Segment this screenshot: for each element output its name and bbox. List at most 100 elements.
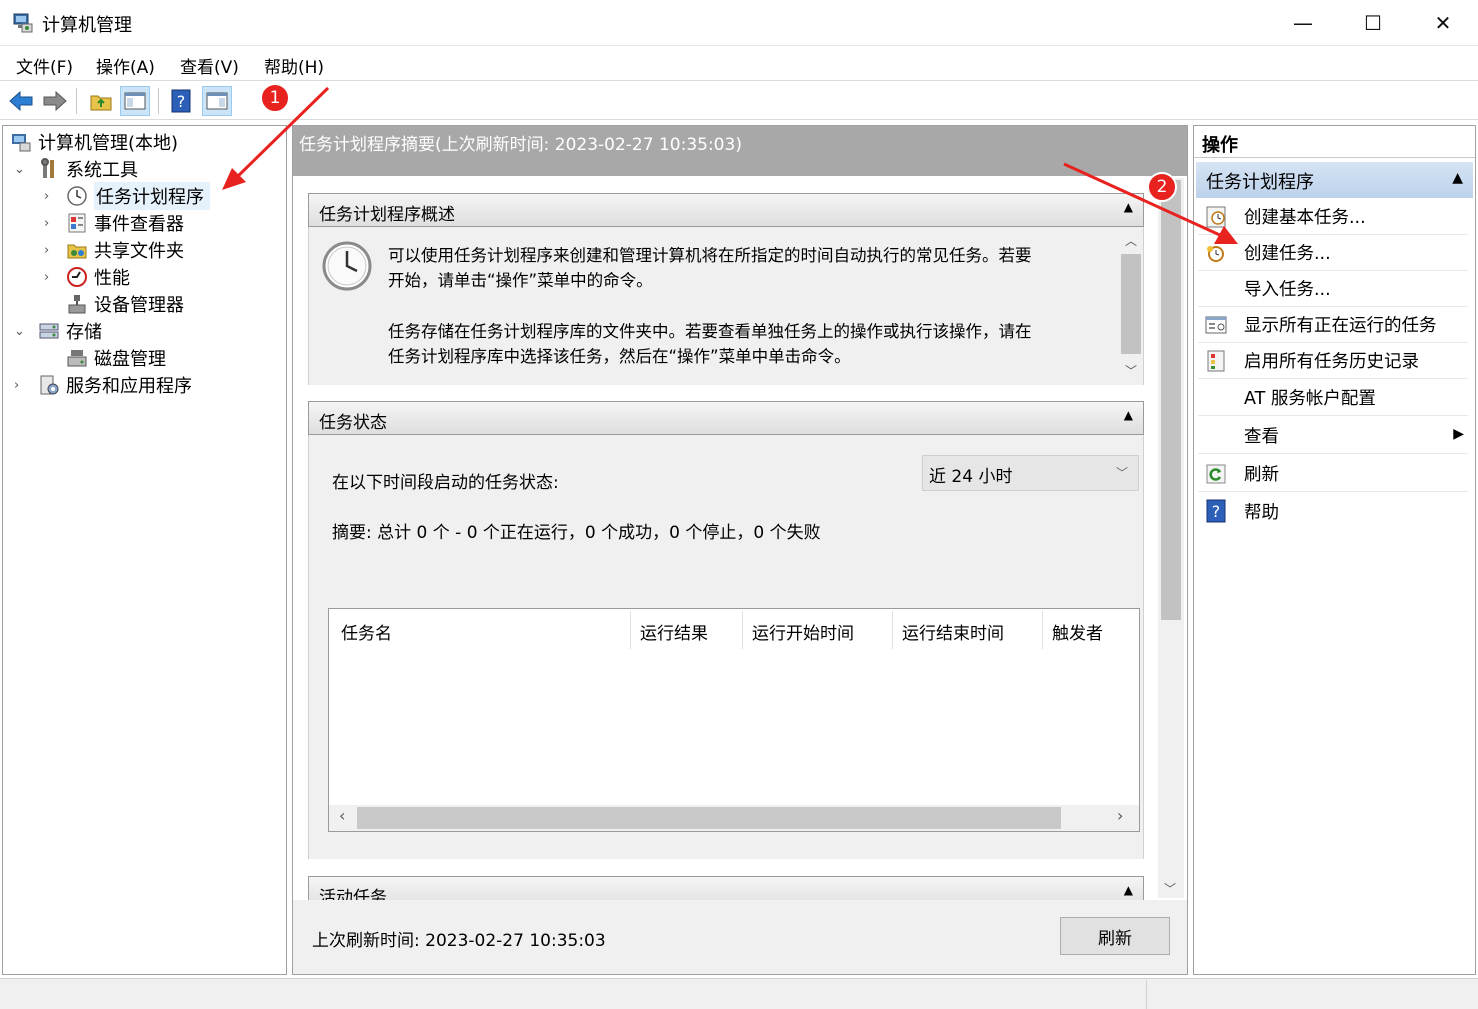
column-divider[interactable] bbox=[1042, 611, 1043, 649]
tree-label: 任务计划程序 bbox=[94, 182, 210, 210]
menu-help[interactable]: 帮助(H) bbox=[264, 53, 324, 78]
tree-label: 磁盘管理 bbox=[94, 349, 166, 370]
table-hscroll-thumb[interactable] bbox=[357, 807, 1061, 829]
column-header-run-result[interactable]: 运行结果 bbox=[640, 619, 708, 644]
summary-header: 任务计划程序摘要(上次刷新时间: 2023-02-27 10:35:03) bbox=[293, 126, 1187, 176]
close-button[interactable]: ✕ bbox=[1408, 0, 1478, 46]
tree-label: 计算机管理(本地) bbox=[38, 133, 179, 154]
disk-management-icon bbox=[66, 347, 88, 369]
chevron-down-icon[interactable]: ⌄ bbox=[14, 324, 25, 339]
section-title: 活动任务 bbox=[319, 888, 387, 900]
annotation-badge-1: 1 bbox=[260, 83, 290, 113]
section-active-tasks-header[interactable]: 活动任务 ▲ bbox=[308, 876, 1144, 900]
action-help[interactable]: ? 帮助 bbox=[1198, 493, 1468, 529]
section-overview-header[interactable]: 任务计划程序概述 ▲ bbox=[308, 193, 1144, 227]
minimize-button[interactable]: — bbox=[1268, 0, 1338, 46]
period-select[interactable]: 近 24 小时 ﹀ bbox=[922, 455, 1139, 491]
window-title: 计算机管理 bbox=[42, 15, 132, 36]
collapse-up-icon[interactable]: ▲ bbox=[1452, 170, 1463, 186]
overview-text-2b: 任务计划程序库中选择该任务，然后在“操作”菜单中单击命令。 bbox=[388, 347, 851, 366]
action-at-service-account[interactable]: AT 服务帐户配置 bbox=[1198, 380, 1468, 416]
tree-item-computer-management[interactable]: 计算机管理(本地) bbox=[10, 129, 178, 155]
refresh-button[interactable]: 刷新 bbox=[1060, 917, 1170, 955]
tree-item-disk-management[interactable]: 磁盘管理 bbox=[66, 345, 166, 371]
chevron-right-icon[interactable]: › bbox=[44, 243, 49, 258]
actions-group-header[interactable]: 任务计划程序 ▲ bbox=[1196, 162, 1473, 198]
actions-title: 操作 bbox=[1194, 126, 1475, 158]
collapse-caret-icon[interactable]: ▲ bbox=[1124, 408, 1133, 422]
chevron-down-icon[interactable]: ⌄ bbox=[14, 162, 25, 177]
action-enable-history[interactable]: 启用所有任务历史记录 bbox=[1198, 343, 1468, 379]
scroll-up-icon[interactable]: ︿ bbox=[1125, 232, 1137, 249]
back-arrow-icon[interactable] bbox=[6, 86, 36, 116]
forward-arrow-icon[interactable] bbox=[40, 86, 70, 116]
scroll-left-icon[interactable]: ‹ bbox=[339, 806, 345, 825]
basic-task-icon bbox=[1204, 205, 1228, 229]
action-label: 显示所有正在运行的任务 bbox=[1244, 316, 1437, 336]
status-bar bbox=[0, 978, 1478, 1009]
tree-item-device-manager[interactable]: 设备管理器 bbox=[66, 291, 184, 317]
action-refresh[interactable]: 刷新 bbox=[1198, 456, 1468, 492]
chevron-right-icon[interactable]: › bbox=[14, 378, 19, 393]
action-create-task[interactable]: 创建任务... bbox=[1198, 235, 1468, 271]
maximize-button[interactable]: ☐ bbox=[1338, 0, 1408, 46]
collapse-caret-icon[interactable]: ▲ bbox=[1124, 883, 1133, 897]
content-scroll-thumb[interactable] bbox=[1161, 180, 1181, 620]
section-status-header[interactable]: 任务状态 ▲ bbox=[308, 401, 1144, 435]
show-hide-tree-icon[interactable] bbox=[120, 86, 150, 116]
chevron-right-icon[interactable]: › bbox=[44, 216, 49, 231]
action-view[interactable]: 查看 ▶ bbox=[1198, 418, 1468, 454]
scroll-right-icon[interactable]: › bbox=[1117, 806, 1123, 825]
tree-item-services-apps[interactable]: 服务和应用程序 bbox=[38, 372, 192, 398]
status-bar-divider bbox=[1146, 980, 1147, 1009]
scroll-down-icon[interactable]: ﹀ bbox=[1164, 880, 1176, 897]
svg-text:?: ? bbox=[177, 92, 186, 111]
column-divider[interactable] bbox=[630, 611, 631, 649]
menu-action[interactable]: 操作(A) bbox=[96, 53, 155, 78]
chevron-right-icon[interactable]: › bbox=[44, 270, 49, 285]
tree-label: 服务和应用程序 bbox=[66, 376, 192, 397]
section-title: 任务状态 bbox=[319, 413, 387, 433]
column-header-run-start[interactable]: 运行开始时间 bbox=[752, 619, 854, 644]
help-icon[interactable]: ? bbox=[166, 86, 196, 116]
action-show-running-tasks[interactable]: 显示所有正在运行的任务 bbox=[1198, 307, 1468, 343]
tree-item-storage[interactable]: 存储 bbox=[38, 318, 102, 344]
tree-label: 系统工具 bbox=[66, 160, 138, 181]
column-divider[interactable] bbox=[742, 611, 743, 649]
action-label: 启用所有任务历史记录 bbox=[1244, 352, 1419, 372]
action-label: AT 服务帐户配置 bbox=[1244, 389, 1376, 409]
collapse-caret-icon[interactable]: ▲ bbox=[1124, 200, 1133, 214]
action-create-basic-task[interactable]: 创建基本任务... bbox=[1198, 199, 1468, 235]
performance-icon bbox=[66, 266, 88, 288]
section-title: 任务计划程序概述 bbox=[319, 205, 455, 225]
column-header-task-name[interactable]: 任务名 bbox=[341, 619, 392, 644]
tree-item-performance[interactable]: 性能 bbox=[66, 264, 130, 290]
properties-pane-icon[interactable] bbox=[202, 86, 232, 116]
tree-item-task-scheduler[interactable]: 任务计划程序 bbox=[66, 182, 210, 210]
period-label: 在以下时间段启动的任务状态: bbox=[332, 473, 559, 493]
device-manager-icon bbox=[66, 293, 88, 315]
chevron-down-icon: ﹀ bbox=[1115, 466, 1128, 480]
column-header-triggered-by[interactable]: 触发者 bbox=[1052, 619, 1103, 644]
scroll-down-icon[interactable]: ﹀ bbox=[1125, 362, 1137, 379]
tree-item-event-viewer[interactable]: 事件查看器 bbox=[66, 210, 184, 236]
shared-folder-icon bbox=[66, 239, 88, 261]
menu-view[interactable]: 查看(V) bbox=[180, 53, 239, 78]
last-refresh-text: 上次刷新时间: 2023-02-27 10:35:03 bbox=[312, 931, 606, 951]
menu-bar: 文件(F) 操作(A) 查看(V) 帮助(H) bbox=[0, 47, 1478, 81]
actions-group-title: 任务计划程序 bbox=[1206, 172, 1314, 193]
action-label: 创建基本任务... bbox=[1244, 208, 1366, 228]
tree-item-shared-folders[interactable]: 共享文件夹 bbox=[66, 237, 184, 263]
create-task-icon bbox=[1204, 241, 1228, 265]
computer-management-icon bbox=[10, 131, 32, 153]
chevron-right-icon[interactable]: › bbox=[44, 189, 49, 204]
toolbar-separator bbox=[76, 88, 77, 114]
menu-file[interactable]: 文件(F) bbox=[16, 53, 73, 78]
up-folder-icon[interactable] bbox=[86, 86, 116, 116]
column-divider[interactable] bbox=[892, 611, 893, 649]
tree-item-system-tools[interactable]: 系统工具 bbox=[38, 156, 138, 182]
column-header-run-end[interactable]: 运行结束时间 bbox=[902, 619, 1004, 644]
section-active-tasks-clip: 活动任务 ▲ bbox=[308, 876, 1144, 900]
overview-scroll-thumb[interactable] bbox=[1121, 254, 1141, 354]
action-import-task[interactable]: 导入任务... bbox=[1198, 271, 1468, 307]
